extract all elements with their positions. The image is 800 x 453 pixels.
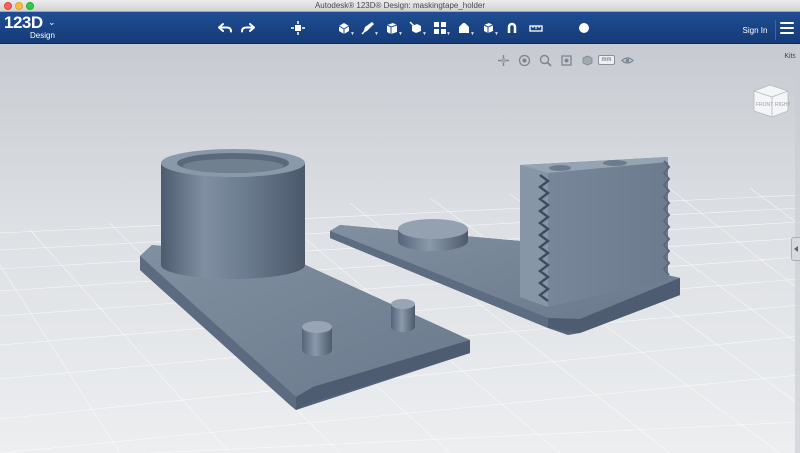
pan-icon xyxy=(497,54,509,66)
fit-button[interactable] xyxy=(559,53,573,67)
material-icon xyxy=(579,23,589,33)
pattern-icon xyxy=(434,22,446,34)
snap-icon xyxy=(507,22,517,33)
group-button[interactable]: ▼ xyxy=(456,20,475,37)
app-toolbar: 123D Design ⌄ ▼ ▼ ▼ ▼ ▼ ▼ ▼ Sign In xyxy=(0,12,800,44)
window-title-bar: Autodesk® 123D® Design: maskingtape_hold… xyxy=(0,0,800,12)
hamburger-menu-icon[interactable] xyxy=(780,22,794,34)
viewcube-right-label: RIGHT xyxy=(775,102,791,108)
window-title: Autodesk® 123D® Design: maskingtape_hold… xyxy=(314,1,486,10)
views-icon xyxy=(582,55,592,65)
viewcube-front-label: FRONT xyxy=(756,102,773,108)
sign-in-button[interactable]: Sign In xyxy=(735,24,775,38)
snap-button[interactable] xyxy=(504,20,520,36)
viewcube[interactable]: FRONT RIGHT xyxy=(750,79,792,121)
app-menu-logo[interactable]: 123D Design ⌄ xyxy=(4,14,60,42)
combine-button[interactable]: ▼ xyxy=(480,20,499,37)
visibility-button[interactable] xyxy=(620,53,634,67)
modify-button[interactable]: ▼ xyxy=(408,20,427,37)
redo-icon xyxy=(241,23,255,33)
3d-viewport[interactable]: mm Kits FRONT RIGHT xyxy=(0,45,800,453)
orbit-button[interactable] xyxy=(517,53,531,67)
pattern-button[interactable]: ▼ xyxy=(432,20,451,37)
visibility-icon xyxy=(620,56,634,64)
measure-icon xyxy=(529,25,543,32)
measure-button[interactable] xyxy=(528,20,544,36)
combine-icon xyxy=(483,23,494,33)
fit-icon xyxy=(560,54,572,66)
orbit-icon xyxy=(518,54,530,66)
sketch-button[interactable]: ▼ xyxy=(360,20,379,37)
sketch-icon xyxy=(361,22,374,35)
zoom-icon xyxy=(539,54,552,67)
transform-icon xyxy=(291,21,305,35)
construct-button[interactable]: ▼ xyxy=(384,20,403,37)
units-badge[interactable]: mm xyxy=(598,55,615,65)
chevron-down-icon: ⌄ xyxy=(48,17,56,27)
group-icon xyxy=(459,23,469,33)
primitives-button[interactable]: ▼ xyxy=(336,20,355,37)
logo-subtext: Design xyxy=(30,31,55,40)
undo-icon xyxy=(218,23,232,33)
undo-button[interactable] xyxy=(217,20,233,36)
toolbar-divider xyxy=(775,20,776,40)
scene-canvas[interactable] xyxy=(0,45,800,453)
redo-button[interactable] xyxy=(240,20,256,36)
views-button[interactable] xyxy=(580,53,594,67)
pan-button[interactable] xyxy=(496,53,510,67)
modify-icon xyxy=(409,21,421,33)
material-button[interactable] xyxy=(576,20,592,36)
primitives-icon xyxy=(338,23,350,34)
side-panel-toggle[interactable] xyxy=(791,237,800,261)
zoom-button[interactable] xyxy=(538,53,552,67)
transform-button[interactable] xyxy=(290,20,306,36)
construct-icon xyxy=(386,23,398,34)
